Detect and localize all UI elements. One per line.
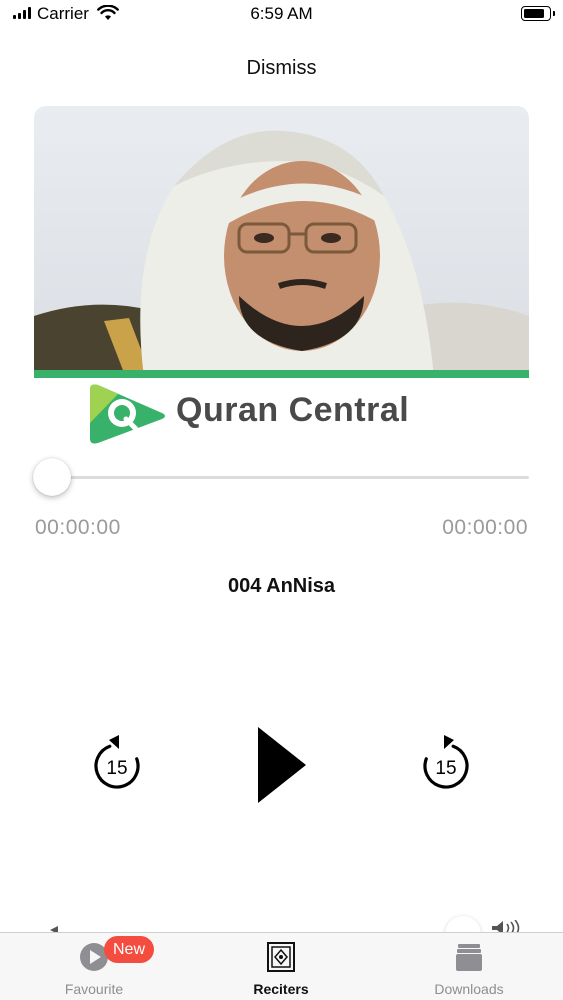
status-bar: Carrier 6:59 AM (0, 0, 563, 28)
skip-back-15-button[interactable]: 15 (90, 735, 144, 793)
new-badge: New (104, 936, 154, 963)
status-time: 6:59 AM (250, 4, 313, 23)
tab-reciters-label: Reciters (253, 981, 309, 997)
progress-track[interactable] (52, 476, 529, 479)
quran-central-logo: Quran Central (88, 383, 478, 445)
forward-15-icon: 15 (423, 735, 469, 789)
play-icon (258, 727, 306, 803)
track-title: 004 AnNisa (227, 575, 336, 597)
skip-forward-seconds: 15 (435, 758, 456, 779)
elapsed-time: 00:00:00 (35, 516, 121, 539)
artwork-accent-band (34, 370, 529, 378)
tab-downloads[interactable]: Downloads (399, 932, 539, 1000)
reciter-portrait-image (34, 130, 529, 378)
progress-thumb[interactable] (33, 458, 71, 496)
play-button[interactable] (256, 727, 308, 803)
quran-central-logo-icon (90, 384, 165, 444)
remaining-time: 00:00:00 (442, 516, 528, 539)
tab-favourite-label: Favourite (64, 981, 124, 997)
tab-downloads-label: Downloads (434, 981, 504, 997)
battery-icon (521, 6, 555, 21)
dismiss-button[interactable]: Dismiss (0, 57, 563, 80)
skip-forward-15-button[interactable]: 15 (419, 735, 473, 793)
rewind-15-icon: 15 (94, 735, 140, 789)
skip-back-seconds: 15 (106, 758, 127, 779)
tab-reciters[interactable]: Reciters (211, 932, 351, 1000)
quran-book-icon (267, 942, 295, 972)
logo-text: Quran Central (176, 391, 410, 429)
reciter-artwork (34, 106, 529, 378)
stack-icon (456, 944, 482, 971)
